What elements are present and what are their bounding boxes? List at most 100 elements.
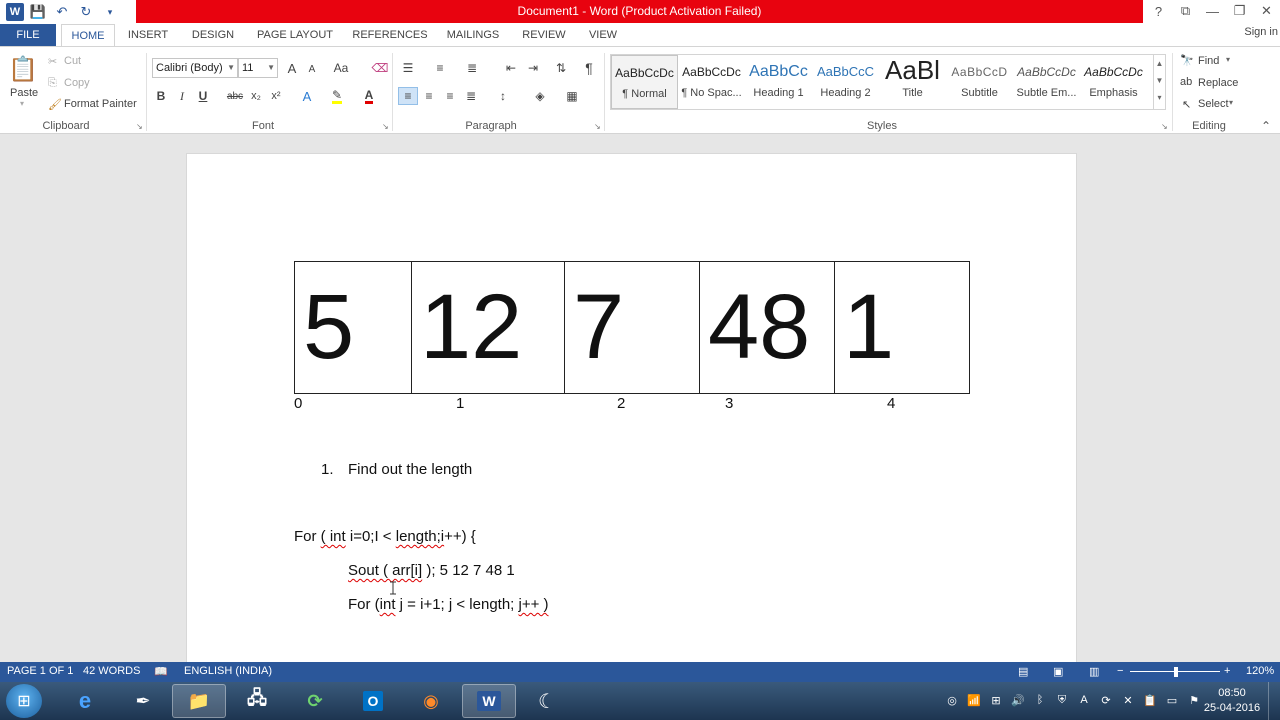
align-left-icon[interactable]: ≡	[398, 87, 418, 105]
copy-button[interactable]: Copy	[64, 77, 90, 89]
format-painter-button[interactable]: Format Painter	[64, 98, 137, 110]
style-heading-2[interactable]: AaBbCcC Heading 2	[812, 55, 879, 109]
justify-icon[interactable]: ≣	[462, 87, 480, 105]
chrome-tray-icon[interactable]: ◎	[944, 692, 960, 708]
sort-icon[interactable]: ⇅	[552, 59, 570, 77]
highlight-icon[interactable]: ✎	[328, 88, 346, 104]
language-indicator[interactable]: ENGLISH (INDIA)	[184, 665, 272, 677]
tab-mailings[interactable]: MAILINGS	[442, 24, 504, 47]
style-emphasis[interactable]: AaBbCcDc Emphasis	[1080, 55, 1147, 109]
paste-dropdown-icon[interactable]: ▾	[20, 99, 24, 108]
network-signal-icon[interactable]: 📶	[966, 692, 982, 708]
pen-tool-icon[interactable]: ✒	[116, 684, 170, 718]
style-no-spacing[interactable]: AaBbCcDc ¶ No Spac...	[678, 55, 745, 109]
tab-insert[interactable]: INSERT	[122, 24, 174, 47]
style-subtitle[interactable]: AaBbCcD Subtitle	[946, 55, 1013, 109]
align-right-icon[interactable]: ≡	[441, 87, 459, 105]
font-launcher-icon[interactable]: ↘	[382, 122, 389, 131]
italic-button[interactable]: I	[175, 88, 189, 104]
connection-tool-icon[interactable]: 🖧	[230, 684, 284, 718]
taskbar-clock[interactable]: 08:50 25-04-2016	[1202, 686, 1262, 716]
show-desktop-button[interactable]	[1268, 682, 1280, 720]
show-paragraph-marks-icon[interactable]: ¶	[580, 59, 598, 77]
clipboard-tray-icon[interactable]: 📋	[1142, 692, 1158, 708]
firefox-icon[interactable]: ◉	[404, 684, 458, 718]
borders-icon[interactable]: ▦	[562, 87, 582, 105]
customize-qat-icon[interactable]: ▾	[100, 2, 120, 22]
bullets-icon[interactable]: ☰	[398, 59, 418, 77]
acrobat-icon[interactable]: A	[1076, 692, 1092, 708]
shrink-font-icon[interactable]: A	[305, 61, 319, 77]
tab-file[interactable]: FILE	[0, 24, 56, 47]
numbering-icon[interactable]: ≡	[430, 59, 450, 77]
outlook-icon[interactable]: O	[346, 684, 400, 718]
more-styles-icon[interactable]: ▾	[1154, 89, 1165, 106]
zoom-in-icon[interactable]: +	[1224, 665, 1230, 677]
sync-tray-icon[interactable]: ⟳	[1098, 692, 1114, 708]
multilevel-list-icon[interactable]: ≣	[462, 59, 482, 77]
styles-launcher-icon[interactable]: ↘	[1161, 122, 1168, 131]
document-area[interactable]: 5 12 7 48 1 0 1 2 3 4 1. Find out the le…	[0, 134, 1280, 693]
scroll-down-icon[interactable]: ▼	[1154, 72, 1165, 89]
windows-flag-icon[interactable]: ⊞	[988, 692, 1004, 708]
clipboard-launcher-icon[interactable]: ↘	[136, 122, 143, 131]
tab-references[interactable]: REFERENCES	[350, 24, 430, 47]
paragraph-launcher-icon[interactable]: ↘	[594, 122, 601, 131]
replace-button[interactable]: Replace	[1198, 77, 1238, 89]
zoom-slider-thumb[interactable]	[1174, 667, 1178, 677]
clear-formatting-icon[interactable]: ⌫	[372, 59, 389, 77]
align-center-icon[interactable]: ≡	[420, 87, 438, 105]
paste-button[interactable]: Paste	[10, 87, 38, 99]
zoom-level[interactable]: 120%	[1246, 665, 1274, 677]
find-icon[interactable]: 🔭	[1180, 54, 1194, 67]
decrease-indent-icon[interactable]: ⇤	[502, 59, 520, 77]
style-normal[interactable]: AaBbCcDc ¶ Normal	[611, 55, 678, 109]
sign-in-link[interactable]: Sign in	[1244, 26, 1278, 38]
bluetooth-icon[interactable]: ᛒ	[1032, 692, 1048, 708]
word-count[interactable]: 42 WORDS	[83, 665, 140, 677]
tab-page-layout[interactable]: PAGE LAYOUT	[252, 24, 338, 47]
shading-icon[interactable]: ◈	[530, 87, 550, 105]
find-button[interactable]: Find	[1198, 55, 1219, 67]
font-family-select[interactable]: Calibri (Body) ▼	[152, 58, 238, 78]
bold-button[interactable]: B	[154, 88, 168, 104]
battery-icon[interactable]: ▭	[1164, 692, 1180, 708]
select-icon[interactable]: ↖	[1182, 98, 1191, 111]
volume-icon[interactable]: 🔊	[1010, 692, 1026, 708]
paste-icon[interactable]: 📋	[8, 53, 38, 85]
underline-button[interactable]: U	[196, 88, 210, 104]
collapse-ribbon-icon[interactable]: ⌃	[1261, 119, 1271, 133]
help-icon[interactable]: ?	[1145, 0, 1172, 22]
styles-scrollbar[interactable]: ▲ ▼ ▾	[1153, 55, 1165, 109]
tab-review[interactable]: REVIEW	[516, 24, 572, 47]
minimize-icon[interactable]: —	[1199, 0, 1226, 22]
flag-tray-icon[interactable]: ⚑	[1186, 692, 1202, 708]
subscript-button[interactable]: x₂	[248, 88, 264, 104]
ribbon-display-options-icon[interactable]: ⧉	[1172, 0, 1199, 22]
eclipse-icon[interactable]: ☾	[520, 684, 574, 718]
tab-view[interactable]: VIEW	[582, 24, 624, 47]
word-taskbar-icon[interactable]: W	[462, 684, 516, 718]
print-layout-icon[interactable]: ▣	[1053, 665, 1063, 678]
web-layout-icon[interactable]: ▥	[1089, 665, 1099, 678]
format-painter-icon[interactable]: 🖌	[48, 98, 62, 111]
read-mode-icon[interactable]: ▤	[1018, 665, 1028, 678]
font-color-icon[interactable]: A	[360, 88, 378, 104]
tab-design[interactable]: DESIGN	[186, 24, 240, 47]
text-effects-icon[interactable]: A	[298, 88, 316, 104]
shield-icon[interactable]: ⛨	[1054, 692, 1070, 708]
increase-indent-icon[interactable]: ⇥	[524, 59, 542, 77]
zoom-out-icon[interactable]: −	[1117, 665, 1123, 677]
strikethrough-button[interactable]: abc	[226, 88, 244, 104]
style-subtle-emphasis[interactable]: AaBbCcDc Subtle Em...	[1013, 55, 1080, 109]
copy-icon[interactable]: ⎘	[48, 77, 57, 90]
replace-icon[interactable]: ab	[1180, 76, 1192, 88]
chevron-down-icon[interactable]: ▾	[1226, 55, 1230, 64]
document-page[interactable]: 5 12 7 48 1 0 1 2 3 4 1. Find out the le…	[186, 153, 1077, 693]
line-spacing-icon[interactable]: ↕	[492, 87, 514, 105]
save-icon[interactable]: 💾	[28, 2, 48, 22]
font-size-select[interactable]: 11 ▼	[238, 58, 278, 78]
superscript-button[interactable]: x²	[268, 88, 284, 104]
close-tray-icon[interactable]: ✕	[1120, 692, 1136, 708]
close-icon[interactable]: ✕	[1253, 0, 1280, 22]
